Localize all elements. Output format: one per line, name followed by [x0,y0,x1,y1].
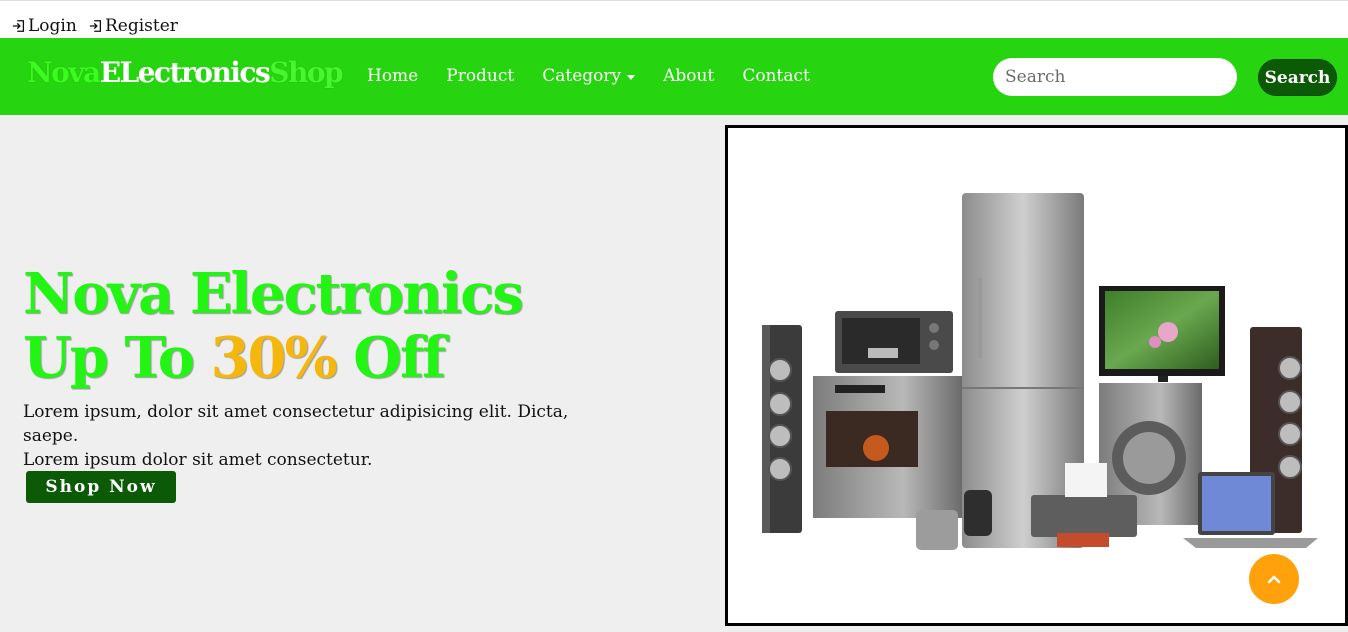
nav-contact[interactable]: Contact [742,66,810,86]
nav-category-dropdown[interactable]: Category [542,66,636,86]
shop-now-button[interactable]: Shop Now [26,471,176,503]
register-link[interactable]: Register [89,16,178,36]
sign-in-icon [89,20,102,32]
brand-part-nova: Nova [27,56,101,89]
search-button[interactable]: Search [1258,59,1337,96]
main-navbar: NovaELectronicsShop Home Product Categor… [0,38,1348,115]
caret-down-icon [627,74,636,80]
hero-title-line1: Nova Electronics [23,261,524,327]
nav-home[interactable]: Home [367,66,418,86]
brand-logo[interactable]: NovaELectronicsShop [27,56,344,89]
nav-category-label: Category [542,66,622,86]
login-link[interactable]: Login [12,16,77,36]
hero-description: Lorem ipsum, dolor sit amet consectetur … [23,400,623,472]
hero-text-line1: Lorem ipsum, dolor sit amet consectetur … [23,402,569,446]
register-label: Register [105,16,178,36]
hero-title-line2: Up To 30% Off [23,326,522,390]
hero-title-percent: 30% [210,325,338,391]
appliances-illustration [762,193,1318,550]
search-input[interactable] [993,58,1237,96]
nav-about[interactable]: About [663,66,714,86]
sign-in-icon [12,20,25,32]
hero-title-up-to: Up To [23,325,211,391]
brand-part-shop: Shop [269,56,343,89]
chevron-up-icon [1267,575,1281,584]
hero-appliances-image [725,125,1348,626]
scroll-to-top-button[interactable] [1249,554,1299,604]
top-bar: Login Register [0,0,1348,38]
hero-title: Nova Electronics Up To 30% Off [23,261,524,390]
nav-links: Home Product Category About Contact [367,66,838,86]
hero-title-off: Off [335,325,446,391]
brand-part-electronics: ELectronics [99,56,271,89]
login-label: Login [28,16,77,36]
hero-text-line2: Lorem ipsum dolor sit amet consectetur. [23,450,373,470]
nav-product[interactable]: Product [446,66,514,86]
